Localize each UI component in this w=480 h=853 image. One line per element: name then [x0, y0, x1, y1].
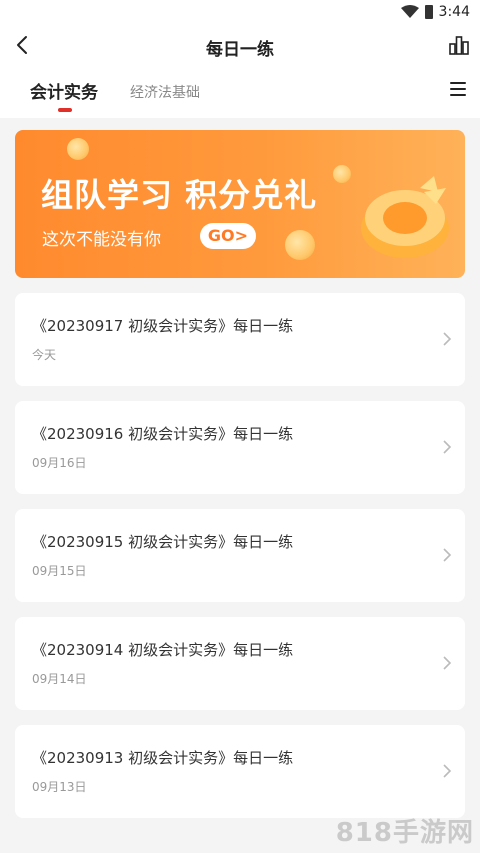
coin-decoration — [333, 165, 351, 183]
page-title: 每日一练 — [206, 40, 274, 60]
chevron-right-icon — [443, 764, 452, 778]
practice-date: 09月15日 — [32, 564, 87, 578]
gift-box-icon — [361, 176, 449, 258]
status-bar: 3:44 — [0, 0, 480, 26]
chevron-right-icon — [443, 332, 452, 346]
coin-decoration — [285, 230, 315, 260]
list-item[interactable]: 《20230915 初级会计实务》每日一练 09月15日 — [15, 509, 465, 602]
wifi-icon — [400, 5, 419, 18]
tab-accounting-practice[interactable]: 会计实务 — [30, 78, 98, 103]
promo-banner[interactable]: 组队学习 积分兑礼 这次不能没有你 GO> — [15, 130, 465, 278]
practice-title: 《20230915 初级会计实务》每日一练 — [32, 533, 294, 551]
practice-title: 《20230914 初级会计实务》每日一练 — [32, 641, 294, 659]
stats-icon[interactable] — [448, 34, 470, 56]
chevron-right-icon — [443, 548, 452, 562]
practice-date: 09月14日 — [32, 672, 87, 686]
list-item[interactable]: 《20230916 初级会计实务》每日一练 09月16日 — [15, 401, 465, 494]
tab-economic-law[interactable]: 经济法基础 — [130, 82, 200, 102]
header-bar: 每日一练 — [0, 26, 480, 66]
practice-title: 《20230917 初级会计实务》每日一练 — [32, 317, 294, 335]
battery-icon — [424, 5, 433, 19]
go-button[interactable]: GO> — [200, 223, 256, 249]
chevron-right-icon — [443, 440, 452, 454]
practice-date: 今天 — [32, 348, 57, 362]
subject-tabs: 会计实务 经济法基础 — [0, 66, 480, 118]
chevron-right-icon — [443, 656, 452, 670]
list-item[interactable]: 《20230917 初级会计实务》每日一练 今天 — [15, 293, 465, 386]
practice-date: 09月13日 — [32, 780, 87, 794]
menu-icon[interactable] — [450, 82, 466, 96]
practice-title: 《20230913 初级会计实务》每日一练 — [32, 749, 294, 767]
active-tab-indicator — [58, 108, 72, 112]
practice-title: 《20230916 初级会计实务》每日一练 — [32, 425, 294, 443]
status-icons: 3:44 — [400, 4, 470, 20]
list-item[interactable]: 《20230914 初级会计实务》每日一练 09月14日 — [15, 617, 465, 710]
banner-subtitle: 这次不能没有你 — [42, 230, 161, 250]
practice-date: 09月16日 — [32, 456, 87, 470]
banner-headline: 组队学习 积分兑礼 — [41, 176, 318, 214]
watermark: 818手游网 — [335, 818, 474, 848]
practice-list: 《20230917 初级会计实务》每日一练 今天 《20230916 初级会计实… — [15, 293, 465, 833]
coin-decoration — [67, 138, 89, 160]
list-item[interactable]: 《20230913 初级会计实务》每日一练 09月13日 — [15, 725, 465, 818]
status-time: 3:44 — [438, 4, 470, 20]
